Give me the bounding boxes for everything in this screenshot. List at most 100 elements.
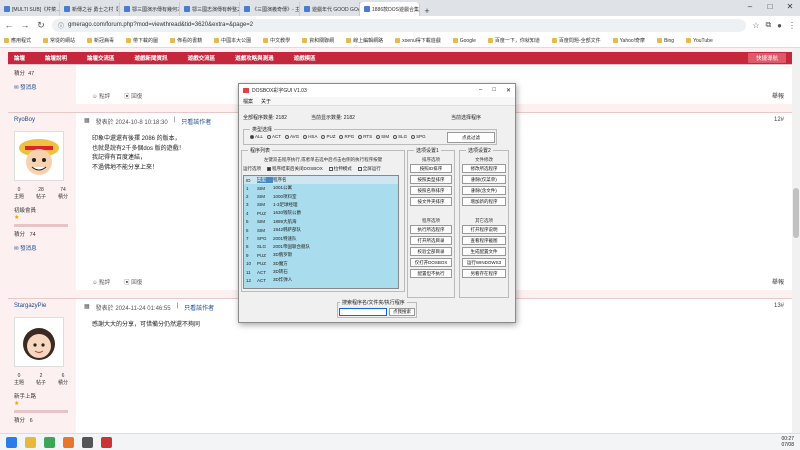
bookmark-item[interactable]: 佈看的書籍 <box>170 37 202 44</box>
page-scrollbar[interactable] <box>792 48 800 433</box>
report-link[interactable]: 舉報 <box>772 277 784 286</box>
author-only-link[interactable]: 只看該作者 <box>184 303 214 312</box>
option-button[interactable]: 运行WINDOWS3 <box>462 258 506 267</box>
app-close-icon[interactable]: ✕ <box>506 87 511 94</box>
option-button[interactable]: 查看程序截图 <box>462 236 506 245</box>
list-row[interactable]: 2 SIM 1000项料室 <box>244 192 398 200</box>
bookmark-item[interactable]: Yahoo!奇摩 <box>612 37 645 44</box>
option-checkbox[interactable]: 拉伸模式 <box>328 166 352 172</box>
close-icon[interactable]: ✕ <box>780 0 800 14</box>
bookmark-item[interactable]: 新冠病毒 <box>87 37 114 44</box>
forum-nav-item[interactable]: 遊戲攻略與測過 <box>235 54 274 62</box>
option-button[interactable]: 另看存在程序 <box>462 269 506 278</box>
like-button[interactable]: ☺ 點評 <box>92 92 110 100</box>
option-button[interactable]: 仅打开DOSBOX <box>410 258 452 267</box>
forum-nav-item[interactable]: 論壇 <box>14 54 25 62</box>
minimize-icon[interactable]: – <box>740 0 760 14</box>
send-message-link[interactable]: ✉ 發消息 <box>14 244 70 252</box>
username[interactable]: RyoBoy <box>14 117 70 123</box>
option-button[interactable]: 打开所选目录 <box>410 236 452 245</box>
tools-icon[interactable] <box>82 436 93 448</box>
bookmark-item[interactable]: Bing <box>657 38 674 44</box>
floor-number[interactable]: 12# <box>774 117 784 123</box>
dosbox-icon[interactable] <box>101 436 112 448</box>
option-button[interactable]: 按照类型排序 <box>410 175 452 184</box>
send-message-link[interactable]: ✉ 發消息 <box>14 83 70 91</box>
program-list[interactable]: ID 类型 程序名 1 SIM 1001公寓 2 SIM 1000项料室 3 SIM 1-3足球经理 4… <box>243 175 399 289</box>
avatar[interactable] <box>14 317 64 367</box>
type-radio[interactable]: SIM <box>376 134 389 139</box>
search-button[interactable]: 点我搜索 <box>389 308 415 316</box>
firefox-icon[interactable] <box>63 436 74 448</box>
list-row[interactable]: 3 SIM 1-3足球经理 <box>244 201 398 209</box>
bookmark-item[interactable]: 百度一下，你就知道 <box>487 37 540 44</box>
list-row[interactable]: 8 SLG 2001帝国联合舰队 <box>244 243 398 251</box>
menu-icon[interactable]: ⋮ <box>788 21 796 30</box>
list-row[interactable]: 4 PUZ 1630钱院公爵 <box>244 209 398 217</box>
user-stat[interactable]: 0 主題 <box>14 187 24 200</box>
user-stat[interactable]: 74 積分 <box>58 187 68 200</box>
list-row[interactable]: 10 PUZ 3D魔方 <box>244 260 398 268</box>
option-button[interactable]: 修改所选程序 <box>462 164 506 173</box>
new-tab-icon[interactable]: + <box>420 6 434 16</box>
bookmark-item[interactable]: 百度問題-全部文件 <box>551 37 601 44</box>
forum-nav-item[interactable]: 論壇交流區 <box>87 54 115 62</box>
app-maximize-icon[interactable]: □ <box>492 87 496 94</box>
option-button[interactable]: 校验全部目录 <box>410 247 452 256</box>
list-row[interactable]: 9 PUZ 3D俄罗斯 <box>244 251 398 259</box>
forum-nav-item[interactable]: 遊戲新聞資訊 <box>135 54 168 62</box>
type-radio[interactable]: ALL <box>250 134 263 139</box>
option-button[interactable]: 执行所选程序 <box>410 225 452 234</box>
app-minimize-icon[interactable]: – <box>479 87 482 94</box>
search-input[interactable] <box>339 308 387 316</box>
type-radio[interactable]: HSA <box>303 134 317 139</box>
scroll-thumb[interactable] <box>793 188 799 238</box>
bookmark-item[interactable]: 中國本大公園 <box>214 37 251 44</box>
browser-tab[interactable]: 遊戲年代 GOOD GOAL - 遊戲 遊戲✕ <box>300 2 360 16</box>
browser-tab[interactable]: 1886款DOS遊戲合集-遊戲年代…✕ <box>360 2 420 16</box>
list-row[interactable]: 12 ACT 3D炸弹人 <box>244 276 398 284</box>
bookmark-item[interactable]: 資和關聯網 <box>302 37 334 44</box>
username[interactable]: StargazyPie <box>14 303 70 309</box>
type-radio[interactable]: RPG <box>339 134 354 139</box>
browser-tab[interactable]: 鄂三國演示傳有幾何三國94拜…✕ <box>120 2 180 16</box>
forum-nav-item[interactable]: 遊戲交流區 <box>188 54 216 62</box>
option-button[interactable]: 增加新的程序 <box>462 197 506 206</box>
folder-icon[interactable] <box>25 436 36 448</box>
browser-tab[interactable]: 《三國演義奇傳》- 主題動畫(✕ <box>240 2 300 16</box>
column-header[interactable]: 类型 <box>257 177 273 183</box>
option-button[interactable]: 删除(含文件) <box>462 186 506 195</box>
type-radio[interactable]: SPG <box>411 134 426 139</box>
option-checkbox[interactable]: 程序结束后关闭DOSBOX <box>267 166 323 172</box>
url-field[interactable]: ⓘ gmerago.com/forum.php?mod=viewthread&ti… <box>52 18 747 32</box>
extensions-icon[interactable]: ⧉ <box>765 20 771 30</box>
filter-button[interactable]: 点此过滤 <box>447 132 495 143</box>
option-button[interactable]: 打开程序说明 <box>462 225 506 234</box>
forum-nav-item[interactable]: 遊戲模區 <box>294 54 316 62</box>
list-row[interactable]: 6 SIM 1942韩萨部队 <box>244 226 398 234</box>
option-button[interactable]: 按照ID排序 <box>410 164 452 173</box>
like-button[interactable]: ☺ 點評 <box>92 278 110 286</box>
user-stat[interactable]: 0 主題 <box>14 373 24 386</box>
option-button[interactable]: 配置但不执行 <box>410 269 452 278</box>
report-link[interactable]: 舉報 <box>772 91 784 100</box>
bookmark-item[interactable]: 中文教學 <box>263 37 290 44</box>
avatar[interactable] <box>14 131 64 181</box>
option-checkbox[interactable]: 全屏运行 <box>357 166 381 172</box>
quick-nav-button[interactable]: 快捷導航 <box>747 53 786 63</box>
clock[interactable]: 00:27 07/08 <box>781 436 794 448</box>
maximize-icon[interactable]: □ <box>760 0 780 14</box>
user-stat[interactable]: 2 帖子 <box>36 373 46 386</box>
browser-tab[interactable]: 鄂三國志演傳有幹整之戰_固定✕ <box>180 2 240 16</box>
option-button[interactable]: 按照名称排序 <box>410 186 452 195</box>
type-radio[interactable]: AVG <box>285 134 299 139</box>
type-radio[interactable]: SLG <box>393 134 407 139</box>
bookmark-item[interactable]: YouTube <box>686 38 713 44</box>
option-button[interactable]: 按文件夹排序 <box>410 197 452 206</box>
profile-icon[interactable]: ● <box>777 21 782 30</box>
start-icon[interactable] <box>6 436 17 448</box>
user-stat[interactable]: 6 積分 <box>58 373 68 386</box>
option-button[interactable]: 删除(仅菜单) <box>462 175 506 184</box>
bookmark-item[interactable]: 應用程式 <box>4 37 31 44</box>
back-icon[interactable]: ← <box>4 20 14 30</box>
